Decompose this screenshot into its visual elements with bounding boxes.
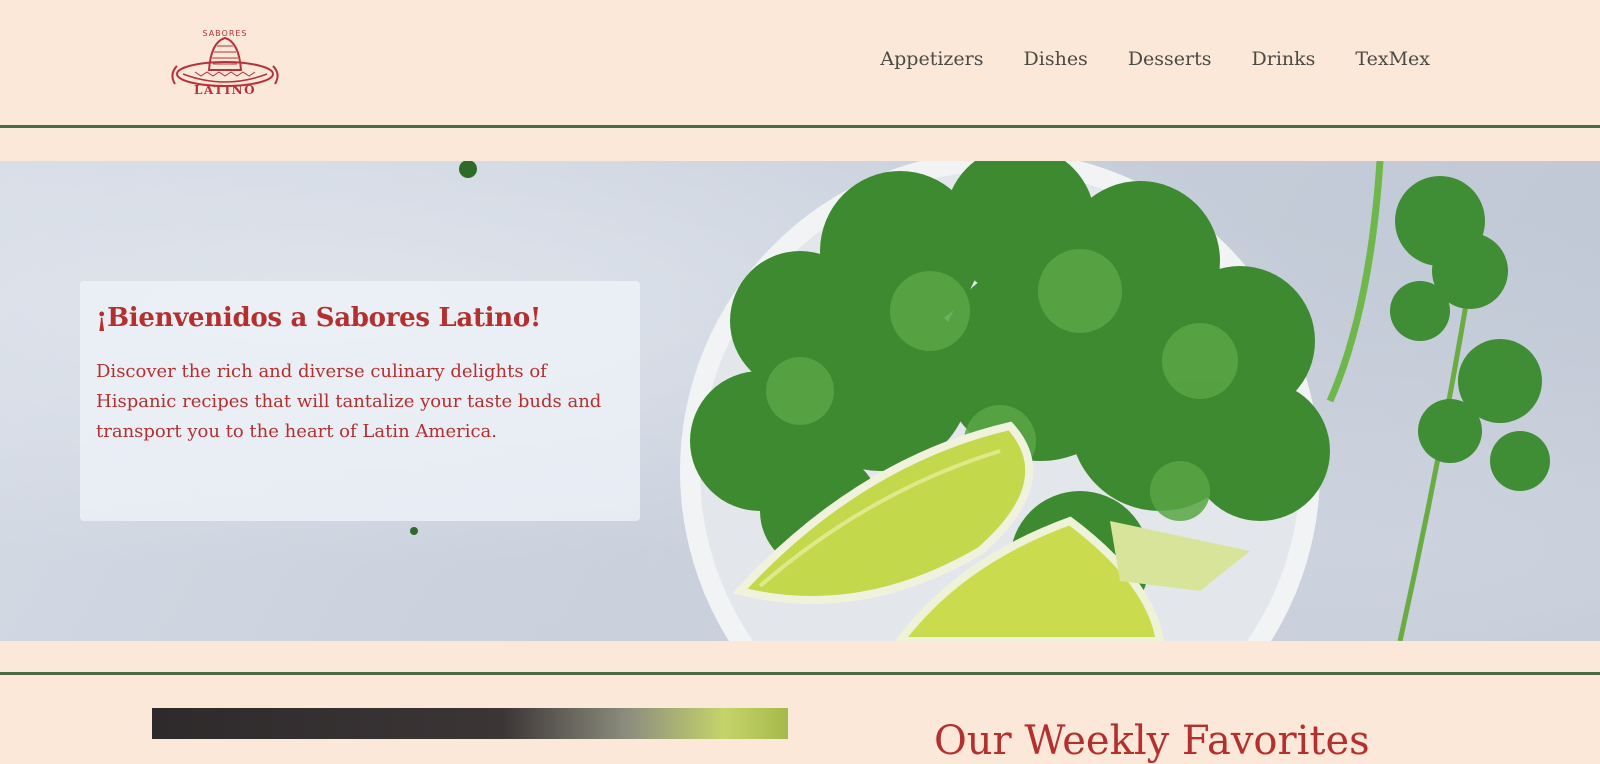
sombrero-logo[interactable]: SABORES LATINO (165, 24, 285, 102)
nav-item-appetizers[interactable]: Appetizers (880, 48, 983, 70)
header-divider (0, 125, 1600, 128)
section-divider (0, 672, 1600, 675)
main-nav: Appetizers Dishes Desserts Drinks TexMex (880, 48, 1430, 70)
logo-bottom-text: LATINO (193, 83, 257, 97)
nav-item-desserts[interactable]: Desserts (1128, 48, 1212, 70)
site-header: SABORES LATINO Appetizers Dishes Dessert… (0, 0, 1600, 126)
logo-top-text: SABORES (202, 29, 248, 38)
welcome-card: ¡Bienvenidos a Sabores Latino! Discover … (80, 281, 640, 521)
hero-title: ¡Bienvenidos a Sabores Latino! (96, 303, 541, 333)
nav-item-dishes[interactable]: Dishes (1024, 48, 1088, 70)
hero-description: Discover the rich and diverse culinary d… (96, 361, 602, 442)
section-title: Our Weekly Favorites (934, 718, 1370, 764)
nav-item-drinks[interactable]: Drinks (1252, 48, 1316, 70)
hero-banner: ¡Bienvenidos a Sabores Latino! Discover … (0, 161, 1600, 641)
nav-item-texmex[interactable]: TexMex (1355, 48, 1430, 70)
featured-dish-image[interactable] (152, 708, 788, 739)
